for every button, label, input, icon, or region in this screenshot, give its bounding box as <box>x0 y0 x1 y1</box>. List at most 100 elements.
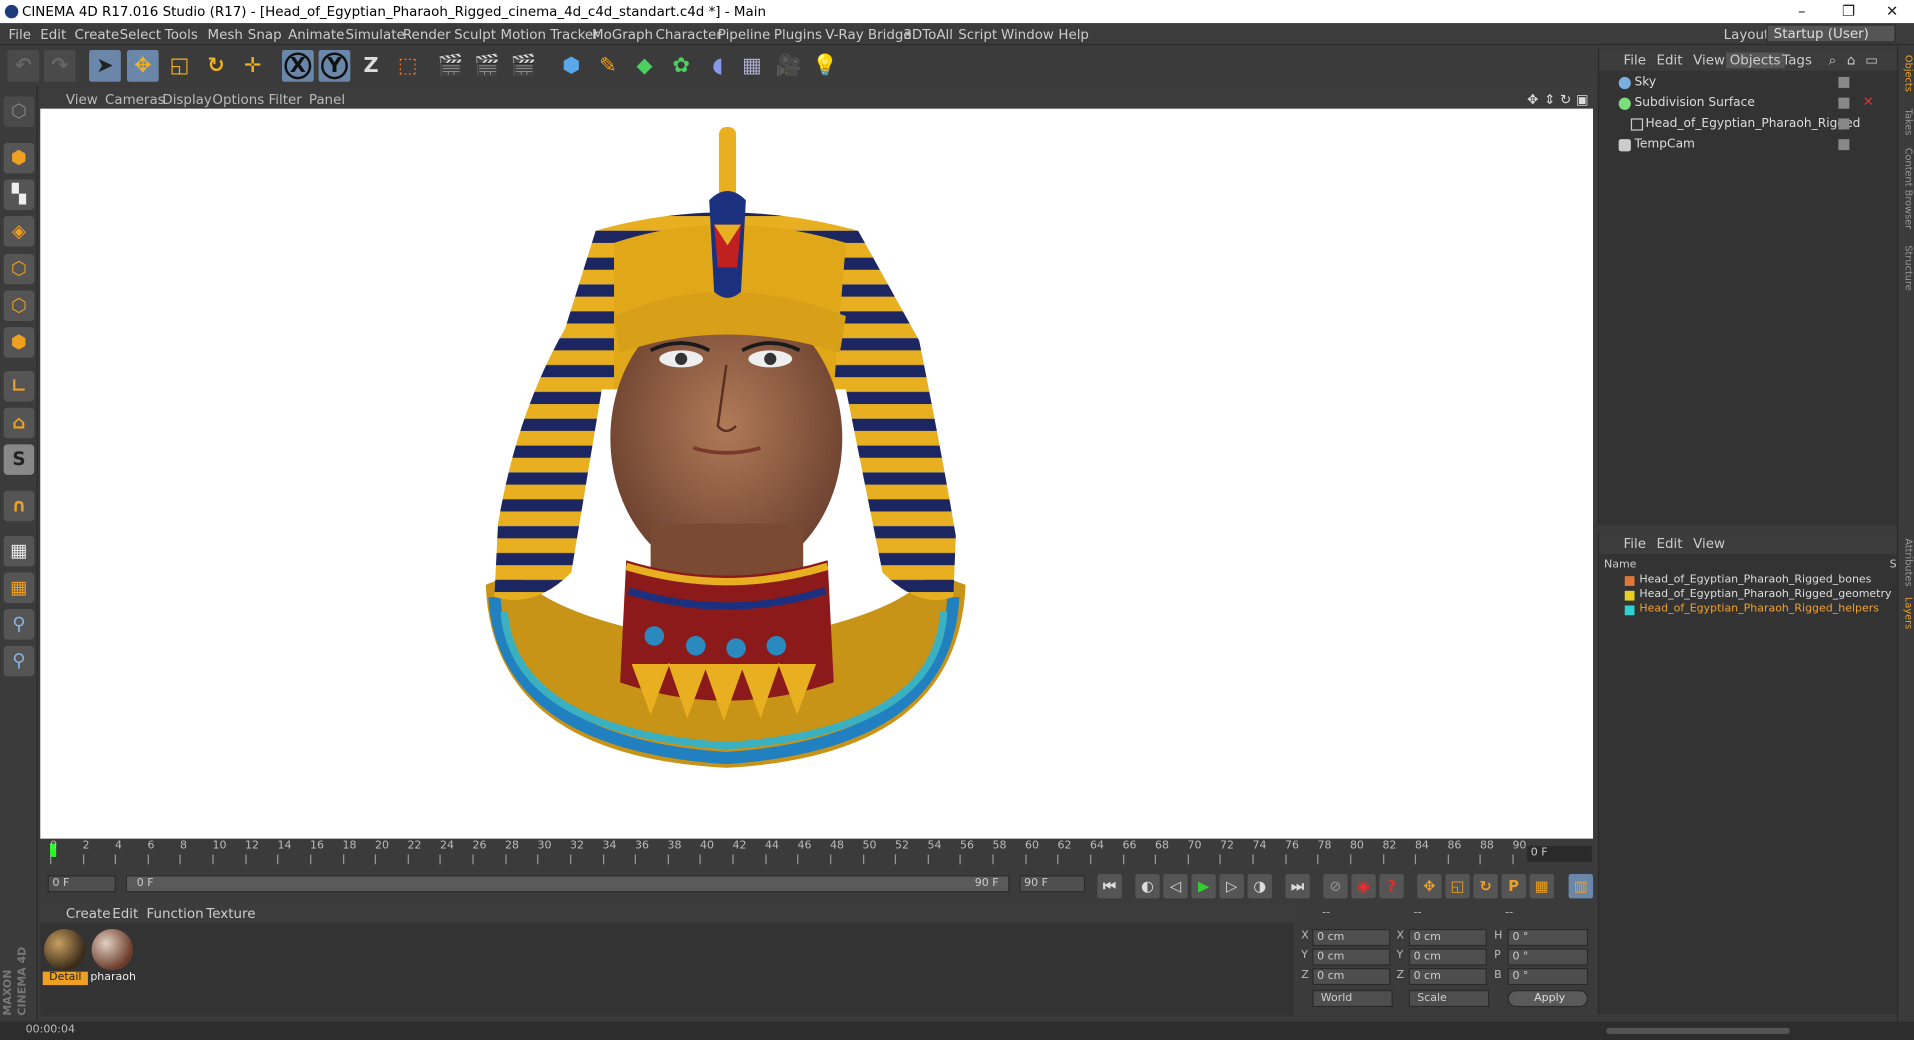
cloner-button[interactable]: ✿ <box>665 50 697 82</box>
python-script-button-2[interactable]: ⚲ <box>3 645 35 677</box>
menu-help[interactable]: Help <box>1058 27 1089 43</box>
layer-menu-file[interactable]: File <box>1624 536 1646 552</box>
axis-y-button[interactable]: Y <box>318 50 351 82</box>
material-swatch-detail[interactable]: Detail <box>42 928 88 987</box>
viewport-menu-panel[interactable]: Panel <box>309 92 345 108</box>
layer-row-geometry[interactable]: Head_of_Egyptian_Pharaoh_Rigged_geometry <box>1599 588 1898 603</box>
prev-key-button[interactable]: ◐ <box>1135 874 1160 899</box>
cube-object-button[interactable]: ⬢ <box>555 50 587 82</box>
visibility-icon[interactable] <box>1838 139 1850 151</box>
timeline-ruler[interactable]: 0 2 4 6 8 10 12 14 16 18 20 22 24 26 28 30 32 34 36 38 40 42 4… <box>40 839 1594 872</box>
material-swatch-pharaoh[interactable]: pharaoh <box>90 928 136 987</box>
object-menu-view[interactable]: View <box>1693 52 1725 68</box>
layer-row-bones[interactable]: Head_of_Egyptian_Pharaoh_Rigged_bones <box>1599 574 1898 589</box>
move-tool-button[interactable]: ✥ <box>126 50 159 82</box>
disabled-x-icon[interactable]: ✕ <box>1863 94 1874 110</box>
layer-color-swatch[interactable] <box>1624 590 1635 601</box>
key-pla-button[interactable]: ▦ <box>1529 874 1554 899</box>
size-z-field[interactable]: 0 cm <box>1408 968 1487 986</box>
select-tool-button[interactable]: ➤ <box>89 50 121 82</box>
object-menu-file[interactable]: File <box>1624 52 1646 68</box>
autokey-button[interactable]: ◉ <box>1351 874 1376 899</box>
size-x-field[interactable]: 0 cm <box>1408 928 1487 947</box>
redo-button[interactable]: ↷ <box>43 50 76 82</box>
layer-menu-view[interactable]: View <box>1693 536 1725 552</box>
record-keys-button[interactable]: ⊘ <box>1323 874 1348 899</box>
rotation-p-field[interactable]: 0 ° <box>1507 948 1589 966</box>
menu-motion-tracker[interactable]: Motion Tracker <box>500 27 598 43</box>
material-menu-texture[interactable]: Texture <box>206 906 255 922</box>
points-mode-button[interactable]: ⬡ <box>3 253 35 285</box>
render-settings-button[interactable]: 🎬 <box>508 50 540 82</box>
light-button[interactable]: 💡 <box>809 50 841 82</box>
apply-button[interactable]: Apply <box>1507 989 1589 1008</box>
render-view-button[interactable]: 🎬 <box>435 50 467 82</box>
python-script-button-1[interactable]: ⚲ <box>3 609 35 640</box>
menu-mograph[interactable]: MoGraph <box>592 27 653 43</box>
layer-color-swatch[interactable] <box>1624 576 1635 586</box>
search-icon[interactable]: ⌕ <box>1829 52 1837 69</box>
render-picture-viewer-button[interactable]: 🎬 <box>471 50 503 82</box>
home-icon[interactable]: ⌂ <box>1847 52 1856 68</box>
rotate-tool-button[interactable]: ↻ <box>200 50 232 82</box>
viewport-zoom-icon[interactable]: ⇕ <box>1544 92 1555 108</box>
axis-x-button[interactable]: X <box>281 50 314 82</box>
object-row-subdivision-surface[interactable]: Subdivision Surface ✕ <box>1599 94 1898 114</box>
key-parameter-button[interactable]: P <box>1501 874 1526 899</box>
layout-dropdown[interactable]: Startup (User) <box>1766 24 1896 43</box>
visibility-icon[interactable] <box>1838 97 1850 109</box>
menu-create[interactable]: Create <box>74 27 119 43</box>
3d-viewport[interactable] <box>40 108 1594 839</box>
deformer-button[interactable]: ◖ <box>702 50 734 82</box>
solo-button[interactable]: S <box>3 444 35 475</box>
visibility-icon[interactable] <box>1838 118 1850 130</box>
side-tab-layers[interactable]: Layers <box>1899 597 1914 629</box>
material-menu-create[interactable]: Create <box>66 906 111 922</box>
workplane-snap-button[interactable]: ▦ <box>3 572 35 604</box>
snap-button[interactable]: ∩ <box>3 490 35 522</box>
menu-plugins[interactable]: Plugins <box>774 27 822 43</box>
menu-snap[interactable]: Snap <box>248 27 282 43</box>
viewport-pan-icon[interactable]: ✥ <box>1527 92 1538 108</box>
side-tab-takes[interactable]: Takes <box>1899 109 1914 136</box>
next-frame-button[interactable]: ▷ <box>1219 874 1244 899</box>
camera-button[interactable]: 🎥 <box>773 50 805 82</box>
size-y-field[interactable]: 0 cm <box>1408 948 1487 966</box>
viewport-rotate-icon[interactable]: ↻ <box>1560 92 1571 108</box>
viewport-menu-options[interactable]: Options <box>212 92 264 108</box>
end-frame-field[interactable]: 90 F <box>1019 875 1086 893</box>
layer-menu-edit[interactable]: Edit <box>1656 536 1682 552</box>
polygons-mode-button[interactable]: ⬢ <box>3 327 35 358</box>
pen-spline-button[interactable]: ✎ <box>592 50 624 82</box>
menu-simulate[interactable]: Simulate <box>345 27 404 43</box>
menu-window[interactable]: Window <box>1001 27 1054 43</box>
next-key-button[interactable]: ◑ <box>1247 874 1272 899</box>
undo-button[interactable]: ↶ <box>7 50 40 82</box>
scale-tool-button[interactable]: ◱ <box>164 50 196 82</box>
menu-sculpt[interactable]: Sculpt <box>454 27 496 43</box>
side-tab-structure[interactable]: Structure <box>1899 245 1914 290</box>
floor-button[interactable]: ▦ <box>736 50 768 82</box>
start-frame-field[interactable]: 0 F <box>47 875 116 893</box>
key-rotation-button[interactable]: ↻ <box>1473 874 1498 899</box>
position-z-field[interactable]: 0 cm <box>1312 968 1391 986</box>
rotation-b-field[interactable]: 0 ° <box>1507 968 1589 986</box>
workplane-lock-button[interactable]: ▦ <box>3 535 35 567</box>
viewport-menu-cameras[interactable]: Cameras <box>105 92 165 108</box>
edges-mode-button[interactable]: ⬡ <box>3 290 35 322</box>
menu-edit[interactable]: Edit <box>40 27 66 43</box>
menu-3dtoall[interactable]: 3DToAll <box>903 27 953 43</box>
material-menu-function[interactable]: Function <box>146 906 203 922</box>
play-button[interactable]: ▶ <box>1191 874 1216 899</box>
coordinate-mode-dropdown[interactable]: World <box>1312 989 1393 1008</box>
goto-start-button[interactable]: ⏮ <box>1097 874 1122 899</box>
viewport-menu-display[interactable]: Display <box>162 92 211 108</box>
menu-file[interactable]: File <box>9 27 31 43</box>
menu-tools[interactable]: Tools <box>165 27 198 43</box>
menu-render[interactable]: Render <box>403 27 451 43</box>
minimize-button[interactable]: – <box>1798 2 1805 19</box>
viewport-menu-view[interactable]: View <box>66 92 98 108</box>
tweak-mode-button[interactable]: ⌂ <box>3 407 35 439</box>
menu-character[interactable]: Character <box>656 27 722 43</box>
axis-mode-button[interactable]: ∟ <box>3 371 35 402</box>
